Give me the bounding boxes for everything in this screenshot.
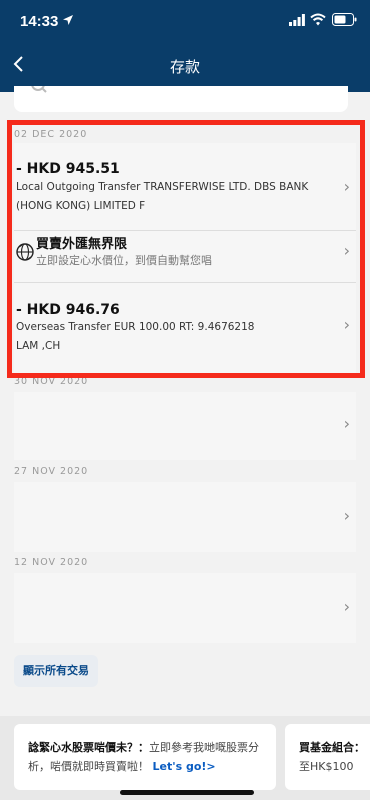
cellular-signal-icon xyxy=(289,14,305,26)
battery-icon xyxy=(332,13,357,26)
show-all-transactions-button[interactable]: 顯示所有交易 xyxy=(14,655,98,687)
location-arrow-icon xyxy=(63,15,73,25)
chevron-right-icon: › xyxy=(343,597,350,616)
promo-card[interactable]: 諗緊心水股票啱價未？：立即參考我哋嘅股票分析，啱價就即時買賣啦！ Let's g… xyxy=(14,724,276,790)
chevron-right-icon: › xyxy=(343,414,350,433)
promo-text: 諗緊心水股票啱價未？：立即參考我哋嘅股票分析，啱價就即時買賣啦！ Let's g… xyxy=(28,738,276,776)
home-indicator xyxy=(120,790,254,795)
promo-card[interactable]: 買基金組合： 至HK$100 xyxy=(285,724,370,790)
promo-body: 至HK$100 xyxy=(299,760,354,773)
status-time: 14:33 xyxy=(20,13,59,30)
promo-link[interactable]: Let's go!> xyxy=(153,760,216,773)
date-header: 27 NOV 2020 xyxy=(14,466,89,477)
transaction-row[interactable]: › xyxy=(14,573,356,643)
app-header: 14:33 存款 xyxy=(0,0,370,92)
promo-text: 買基金組合： 至HK$100 xyxy=(299,738,370,776)
promo-headline: 買基金組合： xyxy=(299,741,365,754)
promo-headline: 諗緊心水股票啱價未？： xyxy=(28,741,149,754)
transaction-row[interactable]: › xyxy=(14,392,356,460)
transaction-row[interactable]: › xyxy=(14,482,356,552)
status-bar: 14:33 xyxy=(0,0,370,44)
promo-carousel: 諗緊心水股票啱價未？：立即參考我哋嘅股票分析，啱價就即時買賣啦！ Let's g… xyxy=(0,716,370,800)
date-header: 12 NOV 2020 xyxy=(14,557,89,568)
search-card[interactable] xyxy=(14,86,348,112)
chevron-right-icon: › xyxy=(343,506,350,525)
search-icon xyxy=(31,86,47,93)
highlight-box xyxy=(7,120,365,378)
page-title: 存款 xyxy=(169,58,200,76)
wifi-icon xyxy=(310,13,326,26)
